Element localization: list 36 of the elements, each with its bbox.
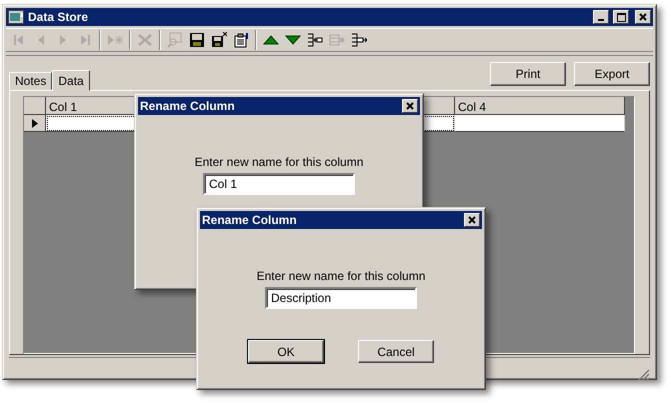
export-button[interactable]: Export — [574, 62, 650, 86]
minimize-button[interactable] — [593, 10, 609, 24]
find-icon — [167, 32, 183, 48]
properties-icon — [233, 32, 249, 48]
dialog-title: Rename Column — [202, 212, 298, 229]
column-header[interactable]: Col 4 — [455, 97, 625, 115]
app-icon — [8, 10, 24, 24]
maximize-icon — [616, 12, 626, 22]
insert-column-icon — [307, 32, 323, 48]
current-row-icon — [32, 118, 38, 128]
print-button[interactable]: Print — [490, 62, 566, 86]
close-button[interactable] — [464, 213, 480, 227]
append-column-icon — [351, 32, 367, 48]
save-icon — [189, 32, 205, 48]
close-icon — [406, 102, 414, 110]
delete-icon — [137, 32, 153, 48]
prompt-label: Enter new name for this column — [194, 154, 364, 171]
cancel-button[interactable]: Cancel — [358, 340, 434, 363]
window-title: Data Store — [28, 9, 90, 26]
close-button[interactable] — [635, 10, 651, 24]
close-icon — [639, 13, 647, 21]
tab[interactable]: Data — [52, 70, 90, 91]
insert-column-icon — [329, 32, 345, 48]
prompt-label: Enter new name for this column — [256, 268, 426, 285]
name-field[interactable]: Description — [265, 287, 417, 309]
save-close-icon — [211, 32, 227, 48]
name-field[interactable]: Col 1 — [203, 173, 355, 195]
table-cell[interactable] — [455, 115, 625, 132]
resize-grip-icon — [638, 369, 650, 381]
maximize-button[interactable] — [613, 10, 629, 24]
new-record-icon — [107, 32, 123, 48]
close-button[interactable] — [402, 99, 418, 113]
tab[interactable]: Notes — [9, 72, 52, 90]
ok-button[interactable]: OK — [248, 340, 324, 363]
dialog-title: Rename Column — [140, 98, 236, 115]
close-icon — [468, 216, 476, 224]
